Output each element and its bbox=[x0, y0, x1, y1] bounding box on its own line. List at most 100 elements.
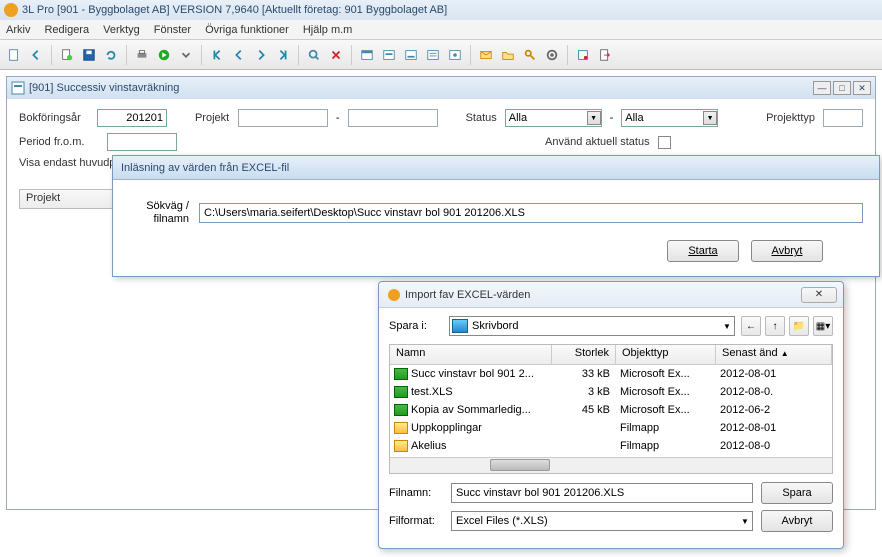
horizontal-scrollbar[interactable] bbox=[390, 457, 832, 473]
filename-input[interactable] bbox=[451, 483, 753, 503]
col-size[interactable]: Storlek bbox=[552, 345, 616, 364]
tb-key-icon[interactable] bbox=[520, 45, 540, 65]
menubar: Arkiv Redigera Verktyg Fönster Övriga fu… bbox=[0, 20, 882, 40]
projekttyp-label: Projekttyp bbox=[766, 112, 815, 124]
menu-arkiv[interactable]: Arkiv bbox=[6, 24, 30, 36]
file-name: Uppkopplingar bbox=[411, 422, 482, 434]
tb-exit-icon[interactable] bbox=[595, 45, 615, 65]
tb-prev-icon[interactable] bbox=[229, 45, 249, 65]
period-label: Period fr.o.m. bbox=[19, 136, 99, 148]
file-row[interactable]: Uppkopplingar Filmapp2012-08-01 bbox=[390, 419, 832, 437]
tb-window-icon[interactable] bbox=[573, 45, 593, 65]
menu-hjalp[interactable]: Hjälp m.m bbox=[303, 24, 353, 36]
subwin-maximize-button[interactable]: □ bbox=[833, 81, 851, 95]
menu-redigera[interactable]: Redigera bbox=[44, 24, 89, 36]
status-value: Alla bbox=[509, 112, 527, 124]
dash: - bbox=[336, 112, 340, 124]
anvand-checkbox[interactable] bbox=[658, 136, 671, 149]
file-type: Microsoft Ex... bbox=[616, 368, 716, 380]
file-cancel-button[interactable]: Avbryt bbox=[761, 510, 833, 532]
tb-mail-icon[interactable] bbox=[476, 45, 496, 65]
status-dropdown[interactable]: Alla▼ bbox=[505, 109, 602, 127]
file-size: 3 kB bbox=[552, 386, 616, 398]
tb-tool3-icon[interactable] bbox=[401, 45, 421, 65]
cancel-button[interactable]: Avbryt bbox=[751, 240, 823, 262]
tb-chevron-down-icon[interactable] bbox=[176, 45, 196, 65]
format-dropdown[interactable]: Excel Files (*.XLS) ▼ bbox=[451, 511, 753, 531]
tb-settings-icon[interactable] bbox=[542, 45, 562, 65]
th-projekt[interactable]: Projekt bbox=[20, 190, 120, 208]
menu-verktyg[interactable]: Verktyg bbox=[103, 24, 140, 36]
tb-new-icon[interactable] bbox=[57, 45, 77, 65]
bokforingsar-input[interactable] bbox=[97, 109, 167, 127]
projekt-to-input[interactable] bbox=[348, 109, 438, 127]
status2-dropdown[interactable]: Alla▼ bbox=[621, 109, 718, 127]
xls-file-icon bbox=[394, 386, 408, 398]
format-value: Excel Files (*.XLS) bbox=[454, 515, 548, 527]
subwin-close-button[interactable]: ✕ bbox=[853, 81, 871, 95]
tb-refresh-icon[interactable] bbox=[101, 45, 121, 65]
file-picker-close-button[interactable]: ✕ bbox=[801, 287, 837, 303]
file-date: 2012-08-0 bbox=[716, 440, 832, 452]
filename-label: Filnamn: bbox=[389, 487, 443, 499]
menu-fonster[interactable]: Fönster bbox=[154, 24, 191, 36]
xls-file-icon bbox=[394, 404, 408, 416]
period-input[interactable] bbox=[107, 133, 177, 151]
tb-print-icon[interactable] bbox=[132, 45, 152, 65]
savein-dropdown[interactable]: Skrivbord ▼ bbox=[449, 316, 735, 336]
file-picker-titlebar[interactable]: Import fav EXCEL-värden ✕ bbox=[379, 282, 843, 308]
nav-view-button[interactable]: ▦▾ bbox=[813, 316, 833, 336]
nav-up-button[interactable]: ↑ bbox=[765, 316, 785, 336]
format-label: Filformat: bbox=[389, 515, 443, 527]
col-type[interactable]: Objekttyp bbox=[616, 345, 716, 364]
chevron-down-icon: ▼ bbox=[720, 322, 734, 331]
file-type: Filmapp bbox=[616, 422, 716, 434]
tb-find-icon[interactable] bbox=[304, 45, 324, 65]
tb-last-icon[interactable] bbox=[273, 45, 293, 65]
anvand-label: Använd aktuell status bbox=[545, 136, 650, 148]
subwin-minimize-button[interactable]: — bbox=[813, 81, 831, 95]
file-row[interactable]: Succ vinstavr bol 901 2...33 kBMicrosoft… bbox=[390, 365, 832, 383]
subwindow-title: [901] Successiv vinstavräkning bbox=[29, 82, 179, 94]
chevron-down-icon: ▼ bbox=[738, 517, 752, 526]
bokforingsar-label: Bokföringsår bbox=[19, 112, 89, 124]
folder-icon bbox=[394, 422, 408, 434]
file-row[interactable]: Kopia av Sommarledig...45 kBMicrosoft Ex… bbox=[390, 401, 832, 419]
tb-tool5-icon[interactable] bbox=[445, 45, 465, 65]
tb-delete-icon[interactable] bbox=[326, 45, 346, 65]
col-date[interactable]: Senast änd ▲ bbox=[716, 345, 832, 364]
file-row[interactable]: test.XLS3 kBMicrosoft Ex...2012-08-0. bbox=[390, 383, 832, 401]
file-date: 2012-06-2 bbox=[716, 404, 832, 416]
tb-tool4-icon[interactable] bbox=[423, 45, 443, 65]
tb-tool1-icon[interactable] bbox=[357, 45, 377, 65]
tb-first-icon[interactable] bbox=[207, 45, 227, 65]
tb-next-icon[interactable] bbox=[251, 45, 271, 65]
nav-newfolder-button[interactable]: 📁 bbox=[789, 316, 809, 336]
tb-doc-icon[interactable] bbox=[4, 45, 24, 65]
file-date: 2012-08-01 bbox=[716, 422, 832, 434]
scrollbar-thumb[interactable] bbox=[490, 459, 550, 471]
savein-value: Skrivbord bbox=[472, 320, 518, 332]
visa-label: Visa endast huvudp bbox=[19, 157, 115, 169]
menu-ovriga[interactable]: Övriga funktioner bbox=[205, 24, 289, 36]
nav-back-button[interactable]: ← bbox=[741, 316, 761, 336]
file-picker-dialog: Import fav EXCEL-värden ✕ Spara i: Skriv… bbox=[378, 281, 844, 549]
projekttyp-input[interactable] bbox=[823, 109, 863, 127]
tb-folder-icon[interactable] bbox=[498, 45, 518, 65]
subwindow-icon bbox=[11, 81, 25, 95]
tb-arrow-left-icon[interactable] bbox=[26, 45, 46, 65]
col-name[interactable]: Namn bbox=[390, 345, 552, 364]
start-button[interactable]: Starta bbox=[667, 240, 739, 262]
xls-file-icon bbox=[394, 368, 408, 380]
app-titlebar: 3L Pro [901 - Byggbolaget AB] VERSION 7,… bbox=[0, 0, 882, 20]
path-input[interactable] bbox=[199, 203, 863, 223]
tb-tool2-icon[interactable] bbox=[379, 45, 399, 65]
file-date: 2012-08-01 bbox=[716, 368, 832, 380]
file-row[interactable]: AkeliusFilmapp2012-08-0 bbox=[390, 437, 832, 455]
import-dialog-titlebar[interactable]: Inläsning av värden från EXCEL-fil bbox=[113, 156, 879, 180]
save-button[interactable]: Spara bbox=[761, 482, 833, 504]
tb-save-icon[interactable] bbox=[79, 45, 99, 65]
file-date: 2012-08-0. bbox=[716, 386, 832, 398]
projekt-from-input[interactable] bbox=[238, 109, 328, 127]
tb-play-icon[interactable] bbox=[154, 45, 174, 65]
